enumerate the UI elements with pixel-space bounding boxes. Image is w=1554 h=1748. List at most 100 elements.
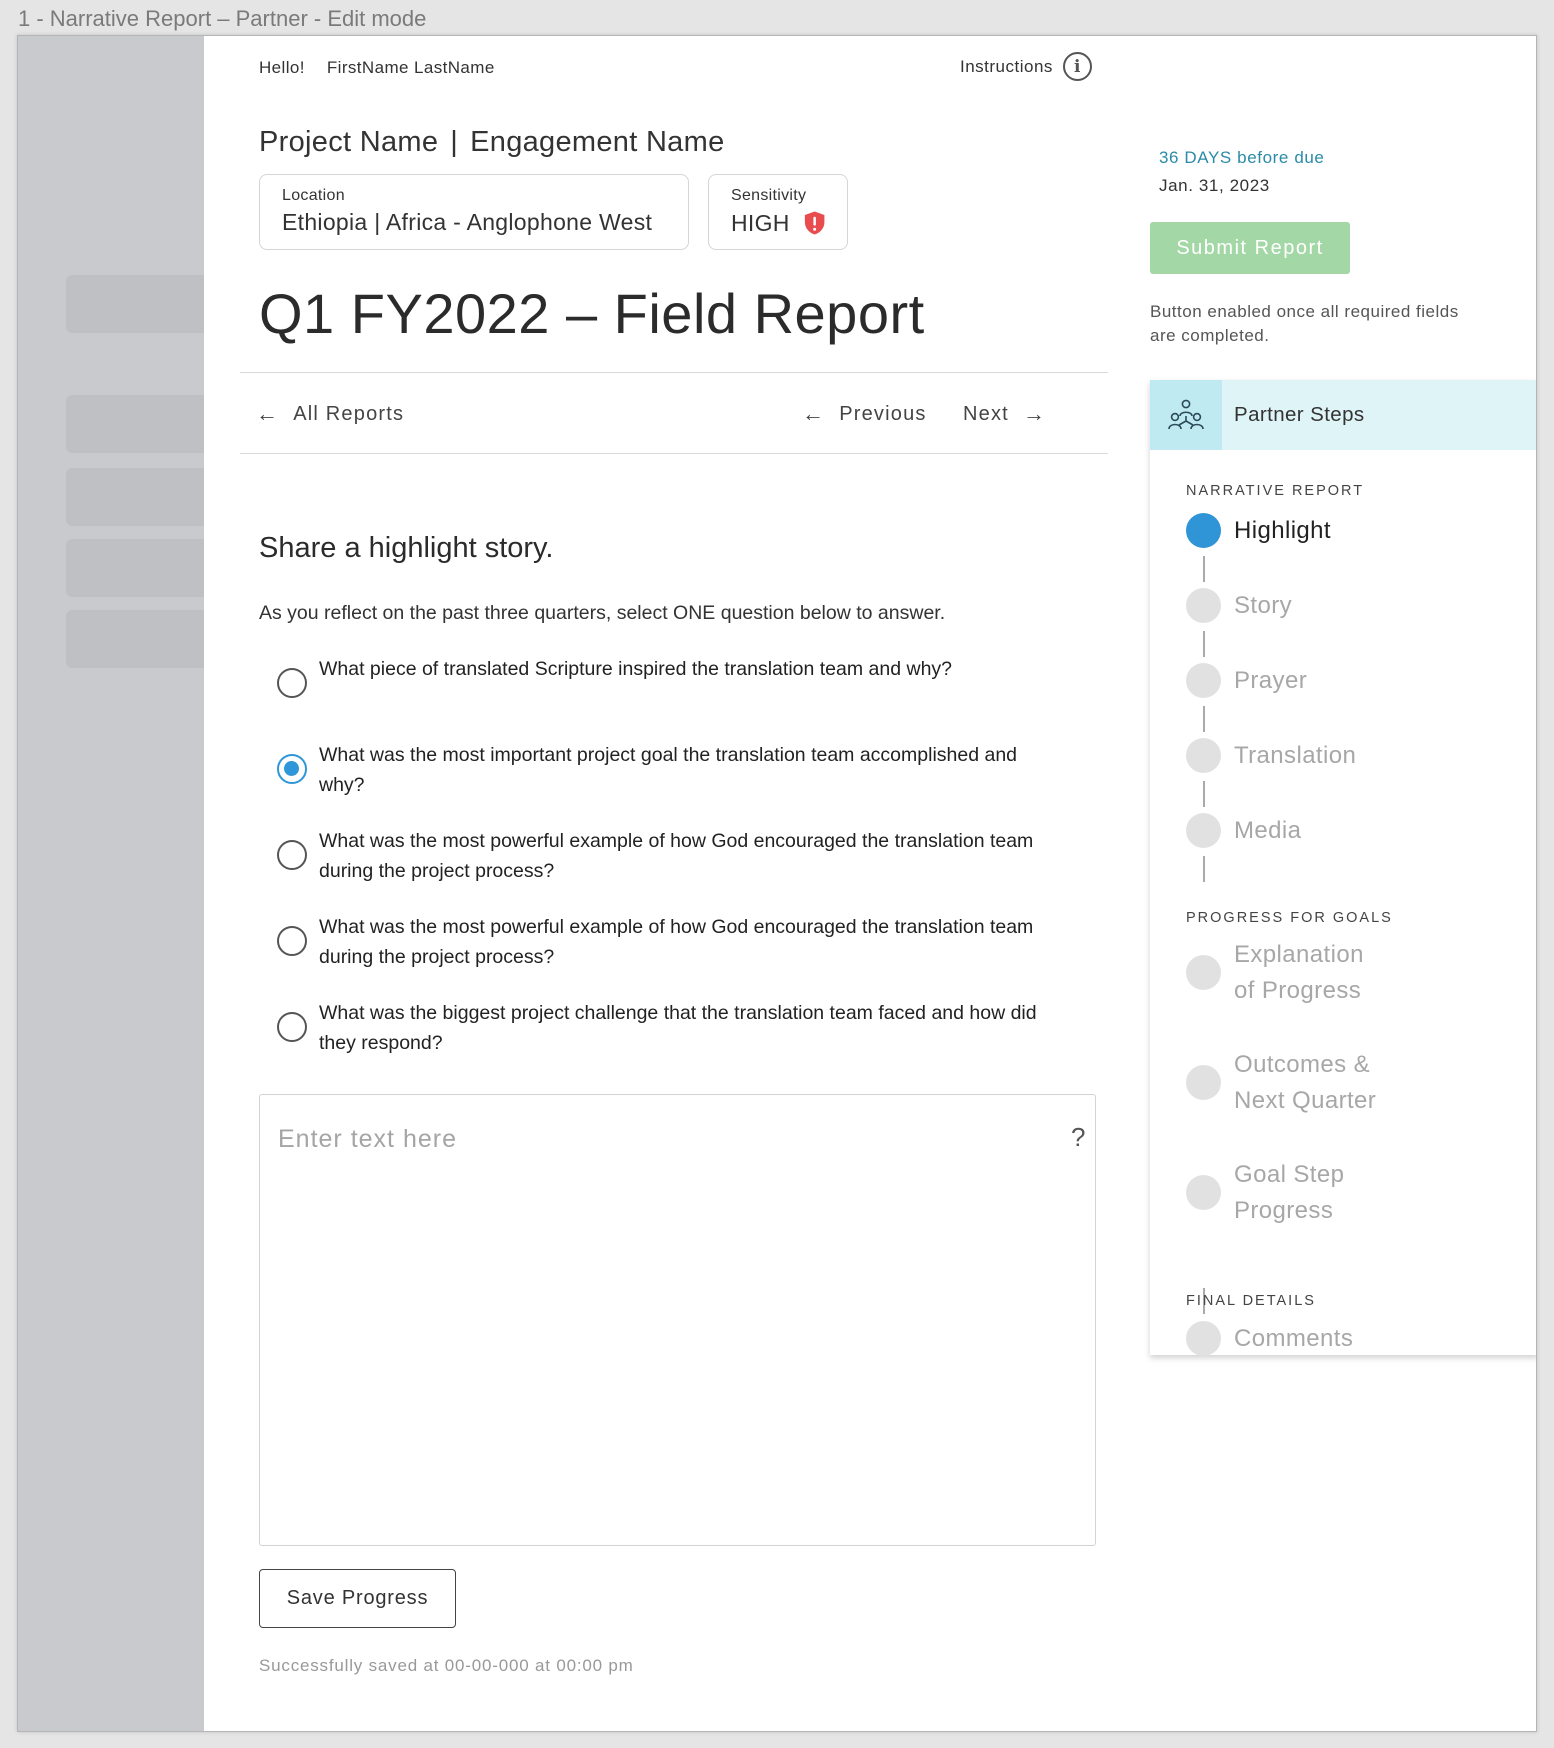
step-connector [1203,631,1205,657]
frame-label: 1 - Narrative Report – Partner - Edit mo… [18,6,427,31]
step-goal-step-progress[interactable]: Goal Step Progress [1186,1157,1376,1229]
step-highlight[interactable]: Highlight [1186,513,1331,549]
engagement-name: Engagement Name [470,126,725,158]
location-card: Location Ethiopia | Africa - Anglophone … [259,174,689,250]
step-dot [1186,738,1221,773]
background-placeholder-block [66,610,226,668]
partner-steps-header: Partner Steps [1150,380,1536,450]
step-dot [1186,1321,1221,1356]
radio-button[interactable] [277,668,307,698]
step-translation[interactable]: Translation [1186,738,1356,774]
report-page: Hello! FirstName LastName Instructions i … [204,36,1536,1731]
project-heading: Project Name | Engagement Name [259,126,725,159]
section-label-narrative-report: NARRATIVE REPORT [1186,483,1365,499]
step-dot-active [1186,513,1221,548]
sensitivity-label: Sensitivity [731,187,807,204]
option-text: What was the most important project goal… [319,744,1018,796]
step-connector [1203,856,1205,882]
all-reports-link[interactable]: ← All Reports [256,401,404,427]
step-comments[interactable]: Comments [1186,1321,1353,1357]
info-icon[interactable]: i [1062,52,1092,81]
all-reports-label: All Reports [293,402,405,425]
question-option[interactable]: What was the most important project goal… [277,740,1049,800]
report-nav-bar: ← All Reports ← Previous Next → [240,372,1108,454]
step-explanation-of-progress[interactable]: Explanation of Progress [1186,937,1386,1009]
section-label-progress-for-goals: PROGRESS FOR GOALS [1186,910,1393,926]
radio-button[interactable] [277,1012,307,1042]
step-label: Goal Step Progress [1234,1161,1345,1224]
step-dot [1186,663,1221,698]
arrow-left-icon: ← [802,401,826,426]
submit-note: Button enabled once all required fields … [1150,302,1459,345]
answer-textarea[interactable] [259,1094,1096,1546]
step-label: Outcomes & Next Quarter [1234,1051,1377,1114]
radio-button[interactable] [277,926,307,956]
step-label: Media [1234,817,1302,844]
people-group-icon [1168,399,1204,430]
option-text: What was the most powerful example of ho… [319,916,1034,968]
step-dot [1186,1175,1221,1210]
help-icon[interactable]: ? [1071,1122,1085,1153]
step-connector [1203,706,1205,732]
option-text: What piece of translated Scripture inspi… [319,658,953,680]
user-name: FirstName LastName [326,58,495,77]
previous-link[interactable]: ← Previous [802,401,927,427]
save-status: Successfully saved at 00-00-000 at 00:00… [259,1656,634,1675]
question-option[interactable]: What was the most powerful example of ho… [277,826,1049,886]
instructions-link[interactable]: Instructions i [960,52,1092,81]
due-date: Jan. 31, 2023 [1159,176,1270,195]
project-name: Project Name [259,126,439,158]
location-label: Location [282,187,345,204]
question-option[interactable]: What piece of translated Scripture inspi… [277,654,1049,698]
step-label: Comments [1234,1325,1354,1352]
project-separator: | [450,126,459,158]
instructions-label: Instructions [960,56,1053,76]
user-greeting: Hello! FirstName LastName [259,58,517,78]
option-text: What was the biggest project challenge t… [319,1002,1037,1054]
step-connector [1203,781,1205,807]
report-title: Q1 FY2022 – Field Report [259,282,925,345]
background-placeholder-block [66,468,226,526]
step-dot [1186,588,1221,623]
step-label: Translation [1234,742,1357,769]
step-label: Story [1234,592,1293,619]
question-option[interactable]: What was the most powerful example of ho… [277,912,1049,972]
radio-button-selected[interactable] [277,754,307,784]
artboard-frame: Hello! FirstName LastName Instructions i … [17,35,1537,1732]
previous-label: Previous [839,402,927,425]
next-link[interactable]: Next → [963,401,1046,427]
radio-button[interactable] [277,840,307,870]
days-before-due: 36 DAYS before due [1159,148,1325,167]
arrow-left-icon: ← [256,401,280,426]
step-dot [1186,813,1221,848]
partner-steps-panel: Partner Steps NARRATIVE REPORT Highlight… [1150,380,1536,1357]
step-label: Explanation of Progress [1234,941,1364,1004]
background-placeholder-block [66,539,226,597]
shield-alert-icon [804,211,825,235]
save-progress-button[interactable]: Save Progress [259,1569,456,1628]
sensitivity-value: HIGH [731,209,790,236]
step-story[interactable]: Story [1186,588,1292,624]
question-heading: Share a highlight story. [259,532,554,564]
greeting-text: Hello! [259,58,305,77]
arrow-right-icon: → [1022,401,1047,426]
sensitivity-card: Sensitivity HIGH [708,174,848,250]
step-label: Highlight [1234,517,1331,544]
step-media[interactable]: Media [1186,813,1301,849]
option-text: What was the most powerful example of ho… [319,830,1034,882]
background-placeholder-block [66,275,226,333]
background-placeholder-block [66,395,226,453]
step-outcomes-next-quarter[interactable]: Outcomes & Next Quarter [1186,1047,1396,1119]
section-label-final-details: FINAL DETAILS [1186,1293,1316,1309]
submit-report-button[interactable]: Submit Report [1150,222,1350,274]
partner-steps-title: Partner Steps [1234,403,1365,426]
step-dot [1186,1065,1221,1100]
step-label: Prayer [1234,667,1308,694]
step-dot [1186,955,1221,990]
location-value: Ethiopia | Africa - Anglophone West [282,209,653,235]
steps-icon-box [1150,380,1222,450]
question-option[interactable]: What was the biggest project challenge t… [277,998,1049,1058]
step-prayer[interactable]: Prayer [1186,663,1307,699]
next-label: Next [963,402,1009,425]
question-instruction: As you reflect on the past three quarter… [259,602,946,624]
